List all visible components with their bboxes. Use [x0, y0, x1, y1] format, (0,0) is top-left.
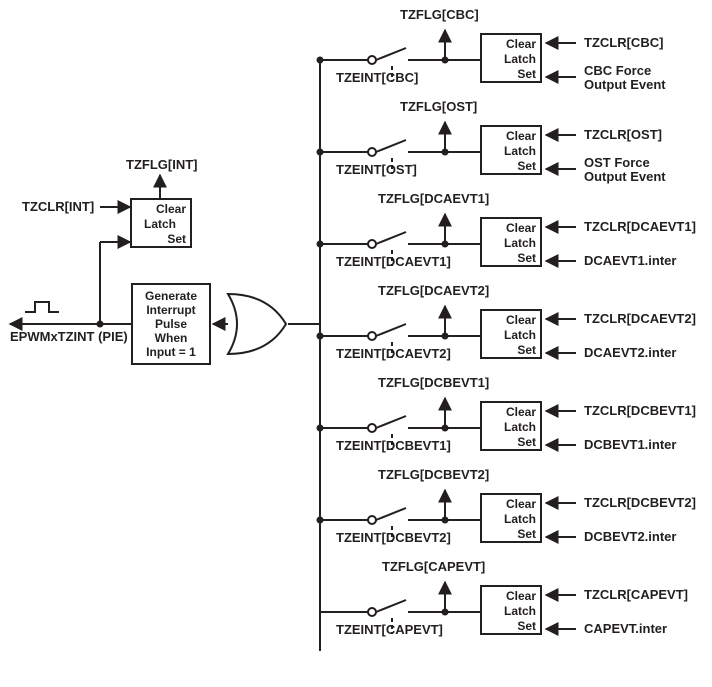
int-latch-set: Set [134, 232, 186, 247]
enable-label-dcbevt1: TZEINT[DCBEVT1] [336, 439, 451, 453]
enable-label-dcaevt2: TZEINT[DCAEVT2] [336, 347, 451, 361]
latch-box-dcbevt1: Clear Latch Set [480, 401, 542, 451]
set-in-cbc: CBC Force Output Event [584, 64, 666, 92]
flag-label-ost: TZFLG[OST] [400, 100, 477, 114]
int-clear-input-label: TZCLR[INT] [22, 200, 94, 214]
pulse-l4: When [155, 331, 188, 345]
enable-label-dcaevt1: TZEINT[DCAEVT1] [336, 255, 451, 269]
or-gate-icon [228, 294, 286, 354]
set-in-dcbevt1: DCBEVT1.inter [584, 438, 676, 452]
flag-label-dcbevt2: TZFLG[DCBEVT2] [378, 468, 489, 482]
clear-in-dcbevt2: TZCLR[DCBEVT2] [584, 496, 696, 510]
int-latch-mid: Latch [134, 217, 186, 232]
enable-label-capevt: TZEINT[CAPEVT] [336, 623, 443, 637]
enable-label-dcbevt2: TZEINT[DCBEVT2] [336, 531, 451, 545]
int-flag-label: TZFLG[INT] [126, 158, 197, 172]
pulse-l2: Interrupt [146, 303, 195, 317]
pulse-l3: Pulse [155, 317, 187, 331]
clear-in-dcaevt2: TZCLR[DCAEVT2] [584, 312, 696, 326]
latch-box-capevt: Clear Latch Set [480, 585, 542, 635]
clear-in-capevt: TZCLR[CAPEVT] [584, 588, 688, 602]
latch-box-dcbevt2: Clear Latch Set [480, 493, 542, 543]
enable-label-ost: TZEINT[OST] [336, 163, 417, 177]
set-in-dcaevt2: DCAEVT2.inter [584, 346, 676, 360]
flag-label-dcaevt1: TZFLG[DCAEVT1] [378, 192, 489, 206]
clear-in-dcaevt1: TZCLR[DCAEVT1] [584, 220, 696, 234]
flag-label-dcaevt2: TZFLG[DCAEVT2] [378, 284, 489, 298]
clear-in-cbc: TZCLR[CBC] [584, 36, 663, 50]
latch-box-cbc: Clear Latch Set [480, 33, 542, 83]
enable-label-cbc: TZEINT[CBC] [336, 71, 418, 85]
output-signal-label: EPWMxTZINT (PIE) [10, 330, 128, 344]
pulse-generator-box: Generate Interrupt Pulse When Input = 1 [131, 283, 211, 365]
clear-in-ost: TZCLR[OST] [584, 128, 662, 142]
pulse-l5: Input = 1 [146, 345, 196, 359]
int-latch-clear: Clear [134, 202, 186, 217]
int-latch-box: Clear Latch Set [130, 198, 192, 248]
latch-box-dcaevt2: Clear Latch Set [480, 309, 542, 359]
clear-in-dcbevt1: TZCLR[DCBEVT1] [584, 404, 696, 418]
pulse-l1: Generate [145, 289, 197, 303]
set-in-dcaevt1: DCAEVT1.inter [584, 254, 676, 268]
latch-box-ost: Clear Latch Set [480, 125, 542, 175]
flag-label-dcbevt1: TZFLG[DCBEVT1] [378, 376, 489, 390]
set-in-dcbevt2: DCBEVT2.inter [584, 530, 676, 544]
latch-box-dcaevt1: Clear Latch Set [480, 217, 542, 267]
flag-label-cbc: TZFLG[CBC] [400, 8, 479, 22]
set-in-capevt: CAPEVT.inter [584, 622, 667, 636]
flag-label-capevt: TZFLG[CAPEVT] [382, 560, 485, 574]
set-in-ost: OST Force Output Event [584, 156, 666, 184]
